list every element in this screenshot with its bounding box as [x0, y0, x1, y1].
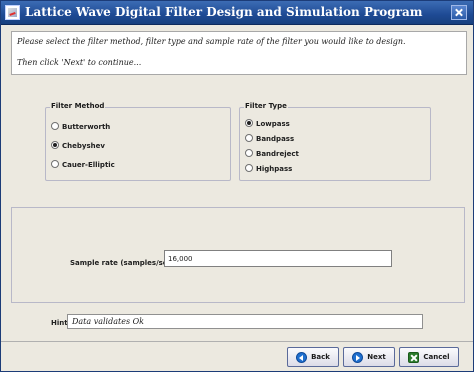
radio-cauer-elliptic[interactable]: Cauer-Elliptic	[51, 160, 115, 170]
back-button-label: Back	[311, 353, 330, 361]
radio-button-icon[interactable]	[51, 141, 59, 149]
radio-bandreject[interactable]: Bandreject	[245, 149, 299, 159]
radio-label: Bandpass	[256, 135, 295, 143]
radio-button-icon[interactable]	[245, 134, 253, 142]
sample-rate-panel: Sample rate (samples/sec):	[11, 207, 465, 303]
radio-lowpass[interactable]: Lowpass	[245, 119, 290, 129]
radio-button-icon[interactable]	[245, 149, 253, 157]
filter-type-group: Filter Type Lowpass Bandpass Bandreject …	[239, 102, 431, 181]
sample-rate-input[interactable]	[164, 250, 392, 267]
arrow-left-icon	[296, 351, 308, 363]
app-icon	[5, 5, 20, 20]
radio-button-icon[interactable]	[51, 122, 59, 130]
cancel-button[interactable]: Cancel	[399, 347, 459, 367]
back-button[interactable]: Back	[287, 347, 339, 367]
instructions-panel: Please select the filter method, filter …	[11, 31, 467, 75]
close-window-button[interactable]	[451, 5, 467, 20]
filter-method-legend: Filter Method	[50, 102, 106, 110]
radio-butterworth[interactable]: Butterworth	[51, 122, 110, 132]
radio-label: Highpass	[256, 165, 293, 173]
hint-field: Data validates Ok	[67, 314, 423, 329]
instruction-line-1: Please select the filter method, filter …	[17, 37, 406, 46]
sample-rate-label: Sample rate (samples/sec):	[70, 259, 178, 267]
radio-label: Lowpass	[256, 120, 290, 128]
window-title: Lattice Wave Digital Filter Design and S…	[25, 5, 423, 19]
instruction-line-2: Then click 'Next' to continue...	[17, 58, 142, 67]
cancel-button-label: Cancel	[423, 353, 450, 361]
arrow-right-icon	[352, 351, 364, 363]
radio-label: Bandreject	[256, 150, 299, 158]
next-button[interactable]: Next	[343, 347, 395, 367]
main-window: Lattice Wave Digital Filter Design and S…	[0, 0, 474, 372]
filter-method-group: Filter Method Butterworth Chebyshev Caue…	[45, 102, 231, 181]
title-bar[interactable]: Lattice Wave Digital Filter Design and S…	[1, 1, 473, 25]
radio-label: Butterworth	[62, 123, 111, 131]
radio-button-icon[interactable]	[245, 119, 253, 127]
radio-label: Cauer-Elliptic	[62, 161, 115, 169]
button-bar-divider	[1, 341, 473, 342]
radio-highpass[interactable]: Highpass	[245, 164, 292, 174]
next-button-label: Next	[367, 353, 386, 361]
radio-label: Chebyshev	[62, 142, 105, 150]
filter-type-legend: Filter Type	[244, 102, 288, 110]
close-icon	[408, 351, 420, 363]
radio-chebyshev[interactable]: Chebyshev	[51, 141, 105, 151]
radio-button-icon[interactable]	[51, 160, 59, 168]
radio-bandpass[interactable]: Bandpass	[245, 134, 294, 144]
radio-button-icon[interactable]	[245, 164, 253, 172]
